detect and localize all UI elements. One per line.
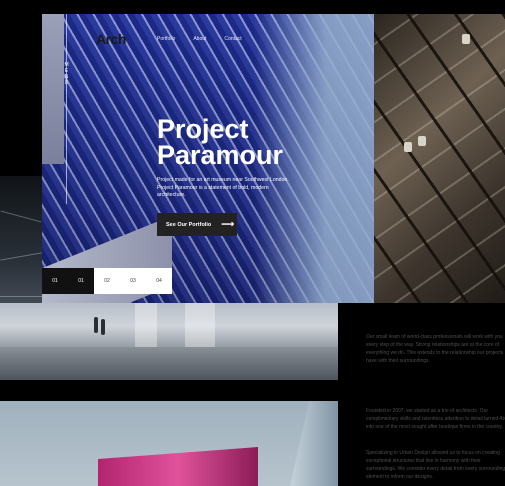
hero-description: Project made for an art museum near Sout…: [157, 177, 289, 198]
walkway-person: [101, 319, 105, 335]
pink-building-image: [0, 401, 338, 486]
logo[interactable]: Arch: [96, 31, 126, 47]
nav-item-portfolio[interactable]: Portfolio: [157, 36, 175, 42]
corridor-line: [0, 210, 42, 223]
ceiling-grid: [374, 14, 505, 303]
nav-item-about[interactable]: About: [193, 36, 206, 42]
corridor-line: [0, 252, 42, 261]
see-portfolio-button[interactable]: See Our Portfolio ⟶: [157, 213, 237, 236]
ceiling-lamp: [418, 136, 426, 146]
about-paragraph-1: Our small team of world-class profession…: [366, 334, 504, 364]
pink-roof: [98, 447, 258, 486]
slide-button-04[interactable]: 04: [146, 268, 172, 294]
hero-title: Project Paramour: [157, 114, 357, 170]
slide-current-indicator: 01: [42, 268, 68, 294]
menu-line: [66, 14, 67, 204]
walkway-wall: [135, 303, 157, 347]
menu-label: MENU: [64, 62, 70, 86]
walkway-image: [0, 303, 338, 380]
slide-label: 03: [130, 278, 136, 284]
slide-current-label: 01: [52, 278, 58, 284]
main-nav: Portfolio About Contact: [157, 36, 242, 42]
about-paragraph-2: Founded in 2007, we started as a trio of…: [366, 408, 505, 430]
interior-ceiling-image: [374, 14, 505, 303]
glass-facade: [290, 401, 338, 486]
nav-item-contact[interactable]: Contact: [224, 36, 241, 42]
hero-pillar: [42, 14, 64, 164]
ceiling-lamp: [404, 142, 412, 152]
ceiling-lamp: [462, 34, 470, 44]
slide-label: 04: [156, 278, 162, 284]
slide-button-03[interactable]: 03: [120, 268, 146, 294]
slide-label: 01: [78, 278, 84, 284]
menu-toggle[interactable]: MENU: [63, 62, 71, 86]
slide-button-01[interactable]: 01: [68, 268, 94, 294]
see-portfolio-label: See Our Portfolio: [166, 221, 212, 228]
slide-selector: 01 01 02 03 04: [42, 268, 172, 294]
corridor-line: [0, 296, 42, 297]
slide-label: 02: [104, 278, 110, 284]
hero-title-line1: Project: [157, 114, 249, 144]
walkway-floor: [0, 347, 338, 380]
about-paragraph-3: Specializing in Urban Design allowed us …: [366, 450, 505, 480]
hero-title-line2: Paramour: [157, 140, 284, 170]
walkway-wall: [185, 303, 215, 347]
arrow-right-icon: ⟶: [221, 219, 235, 229]
walkway-person: [94, 317, 98, 333]
slide-button-02[interactable]: 02: [94, 268, 120, 294]
